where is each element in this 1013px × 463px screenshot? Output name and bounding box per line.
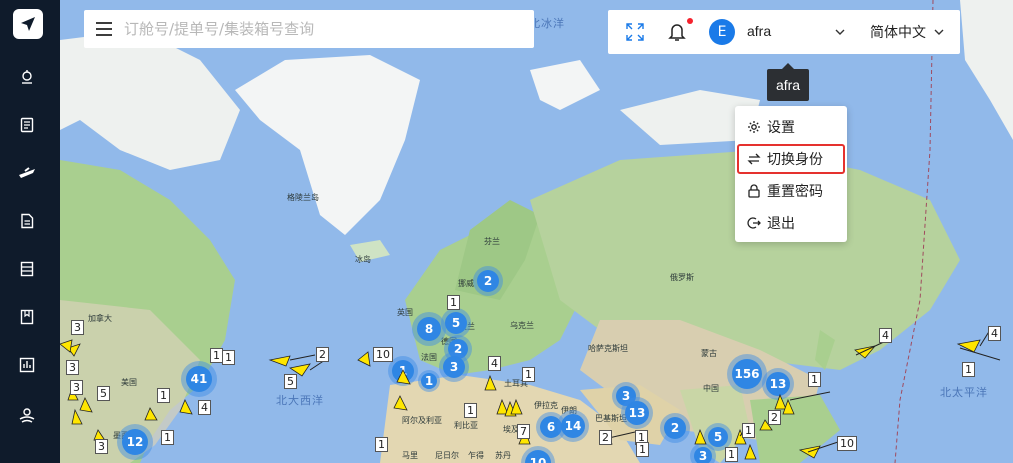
switch-icon xyxy=(747,152,761,166)
ship-count: 1 xyxy=(375,437,388,452)
world-map[interactable]: 格陵兰岛 冰岛 芬兰 挪威 英国 波兰 乌克兰 俄罗斯 哈萨克斯坦 蒙古 中国 … xyxy=(60,0,1013,463)
dashboard-icon xyxy=(19,357,35,373)
menu-item-settings[interactable]: 设置 xyxy=(737,112,845,142)
send-arrow-icon xyxy=(21,17,35,31)
ship-markers xyxy=(60,329,1001,460)
ship-count: 4 xyxy=(488,356,501,371)
ship-count: 1 xyxy=(522,367,535,382)
ship-count: 1 xyxy=(636,442,649,457)
plane-icon xyxy=(19,167,35,178)
ship-count: 1 xyxy=(210,348,223,363)
bookmark-icon xyxy=(20,309,34,325)
logout-icon xyxy=(747,216,761,230)
username-tooltip: afra xyxy=(767,63,809,101)
ship-count: 1 xyxy=(161,430,174,445)
sidebar-item-documents[interactable] xyxy=(16,210,38,232)
language-selector[interactable]: 简体中文 xyxy=(870,22,926,42)
ship-count: 10 xyxy=(837,436,857,451)
ship-count: 1 xyxy=(222,350,235,365)
fullscreen-icon[interactable] xyxy=(626,23,644,41)
lock-icon xyxy=(747,184,761,198)
ship-count: 1 xyxy=(447,295,460,310)
ship-count: 10 xyxy=(373,347,393,362)
menu-toggle-button[interactable] xyxy=(84,10,124,48)
cloud-icon xyxy=(19,408,35,423)
ship-count: 3 xyxy=(66,360,79,375)
ship-count: 2 xyxy=(599,430,612,445)
notification-dot xyxy=(687,18,693,24)
chevron-down-icon[interactable] xyxy=(933,26,945,38)
ship-count: 5 xyxy=(97,386,110,401)
ship-count: 1 xyxy=(157,388,170,403)
sidebar-item-air[interactable] xyxy=(16,162,38,184)
gear-icon xyxy=(747,120,761,134)
order-list-icon xyxy=(20,117,34,133)
menu-item-label: 切换身份 xyxy=(767,152,823,168)
menu-item-logout[interactable]: 退出 xyxy=(737,208,845,238)
ship-count: 2 xyxy=(316,347,329,362)
ship-count: 3 xyxy=(95,439,108,454)
ship-count: 2 xyxy=(768,410,781,425)
menu-item-label: 退出 xyxy=(767,216,795,232)
user-toolbar: E afra 简体中文 xyxy=(608,10,960,54)
sidebar-item-orders[interactable] xyxy=(16,114,38,136)
search-input[interactable] xyxy=(124,20,514,38)
bell-icon[interactable] xyxy=(668,22,686,42)
ship-count: 7 xyxy=(517,424,530,439)
avatar[interactable]: E xyxy=(709,19,735,45)
sidebar-item-ship[interactable] xyxy=(16,66,38,88)
document-icon xyxy=(21,213,34,229)
search-bar xyxy=(84,10,534,48)
menu-item-reset-password[interactable]: 重置密码 xyxy=(737,176,845,206)
sidebar-item-cloud[interactable] xyxy=(16,404,38,426)
ship-count: 3 xyxy=(71,320,84,335)
menu-item-label: 重置密码 xyxy=(767,184,823,200)
ship-count: 1 xyxy=(725,447,738,462)
ship-count: 4 xyxy=(198,400,211,415)
hamburger-icon xyxy=(96,22,112,36)
ship-count: 1 xyxy=(962,362,975,377)
sidebar xyxy=(0,0,60,463)
sidebar-item-bookmark[interactable] xyxy=(16,306,38,328)
menu-item-switch-identity[interactable]: 切换身份 xyxy=(737,144,845,174)
ship-count: 4 xyxy=(988,326,1001,341)
stack-icon xyxy=(20,261,34,277)
sidebar-item-dashboard[interactable] xyxy=(16,354,38,376)
menu-item-label: 设置 xyxy=(767,120,795,136)
ship-count: 1 xyxy=(742,423,755,438)
ship-count: 1 xyxy=(808,372,821,387)
sidebar-item-stack[interactable] xyxy=(16,258,38,280)
app-logo[interactable] xyxy=(13,9,43,39)
ship-count: 5 xyxy=(284,374,297,389)
ship-count: 3 xyxy=(70,380,83,395)
ship-wheel-icon xyxy=(22,70,32,84)
username-label[interactable]: afra xyxy=(747,23,771,39)
chevron-down-icon[interactable] xyxy=(834,26,846,38)
ship-count: 1 xyxy=(464,403,477,418)
user-menu: 设置 切换身份 重置密码 退出 xyxy=(735,106,847,242)
ship-count: 4 xyxy=(879,328,892,343)
